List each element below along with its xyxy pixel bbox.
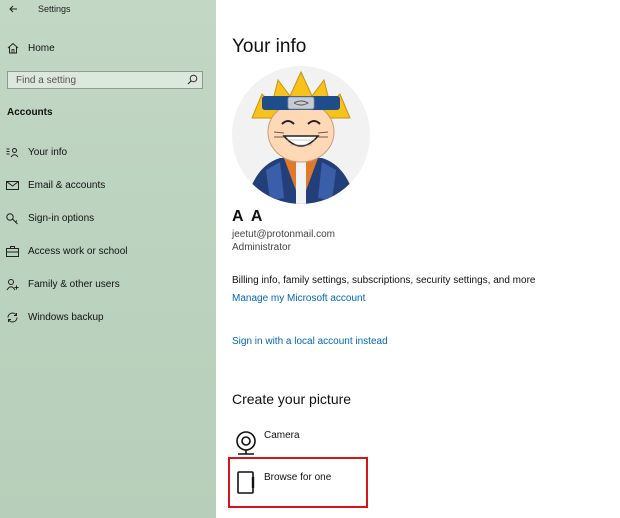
app-title: Settings bbox=[38, 4, 71, 14]
title-bar: Settings bbox=[0, 0, 216, 20]
sidebar-item-family-other-users[interactable]: Family & other users bbox=[0, 273, 216, 297]
mail-icon bbox=[6, 181, 19, 190]
sidebar-item-label: Sign-in options bbox=[28, 213, 95, 224]
avatar bbox=[232, 66, 370, 204]
key-icon bbox=[6, 213, 18, 225]
search-icon[interactable] bbox=[187, 74, 198, 85]
sidebar-item-label: Home bbox=[28, 43, 55, 54]
main-content: Your info A A jeetut@protonmail.com Admi… bbox=[216, 0, 620, 518]
sidebar-item-label: Access work or school bbox=[28, 246, 128, 257]
page-title: Your info bbox=[232, 36, 307, 57]
sidebar-item-access-work-school[interactable]: Access work or school bbox=[0, 240, 216, 264]
sidebar-item-sign-in-options[interactable]: Sign-in options bbox=[0, 207, 216, 231]
local-account-link[interactable]: Sign in with a local account instead bbox=[232, 336, 388, 347]
sidebar-item-label: Email & accounts bbox=[28, 180, 106, 191]
briefcase-icon bbox=[6, 246, 19, 257]
camera-label: Camera bbox=[264, 430, 300, 441]
sidebar-item-label: Family & other users bbox=[28, 279, 120, 290]
sidebar-item-label: Windows backup bbox=[28, 312, 104, 323]
sidebar-item-label: Your info bbox=[28, 147, 68, 158]
person-add-icon bbox=[6, 279, 19, 291]
sidebar-item-email-accounts[interactable]: Email & accounts bbox=[0, 174, 216, 198]
sidebar-item-windows-backup[interactable]: Windows backup bbox=[0, 306, 216, 330]
camera-option[interactable]: Camera bbox=[232, 424, 342, 458]
user-name: A A bbox=[232, 208, 265, 225]
billing-info-text: Billing info, family settings, subscript… bbox=[232, 275, 536, 286]
back-arrow-icon[interactable] bbox=[8, 2, 18, 16]
home-icon bbox=[7, 42, 19, 54]
highlight-box bbox=[228, 457, 368, 508]
sidebar: Settings Home Find a setting Accounts Yo… bbox=[0, 0, 216, 518]
person-card-icon bbox=[6, 148, 19, 158]
sidebar-item-your-info[interactable]: Your info bbox=[0, 141, 216, 165]
sync-icon bbox=[7, 312, 18, 323]
user-role: Administrator bbox=[232, 242, 291, 253]
search-input[interactable]: Find a setting bbox=[7, 71, 203, 89]
section-title-accounts: Accounts bbox=[7, 107, 53, 118]
avatar-image bbox=[232, 66, 370, 204]
user-email: jeetut@protonmail.com bbox=[232, 229, 335, 240]
camera-icon bbox=[236, 431, 256, 455]
create-picture-title: Create your picture bbox=[232, 391, 352, 407]
search-placeholder: Find a setting bbox=[16, 75, 77, 86]
sidebar-item-home[interactable]: Home bbox=[0, 38, 216, 60]
manage-account-link[interactable]: Manage my Microsoft account bbox=[232, 293, 365, 304]
